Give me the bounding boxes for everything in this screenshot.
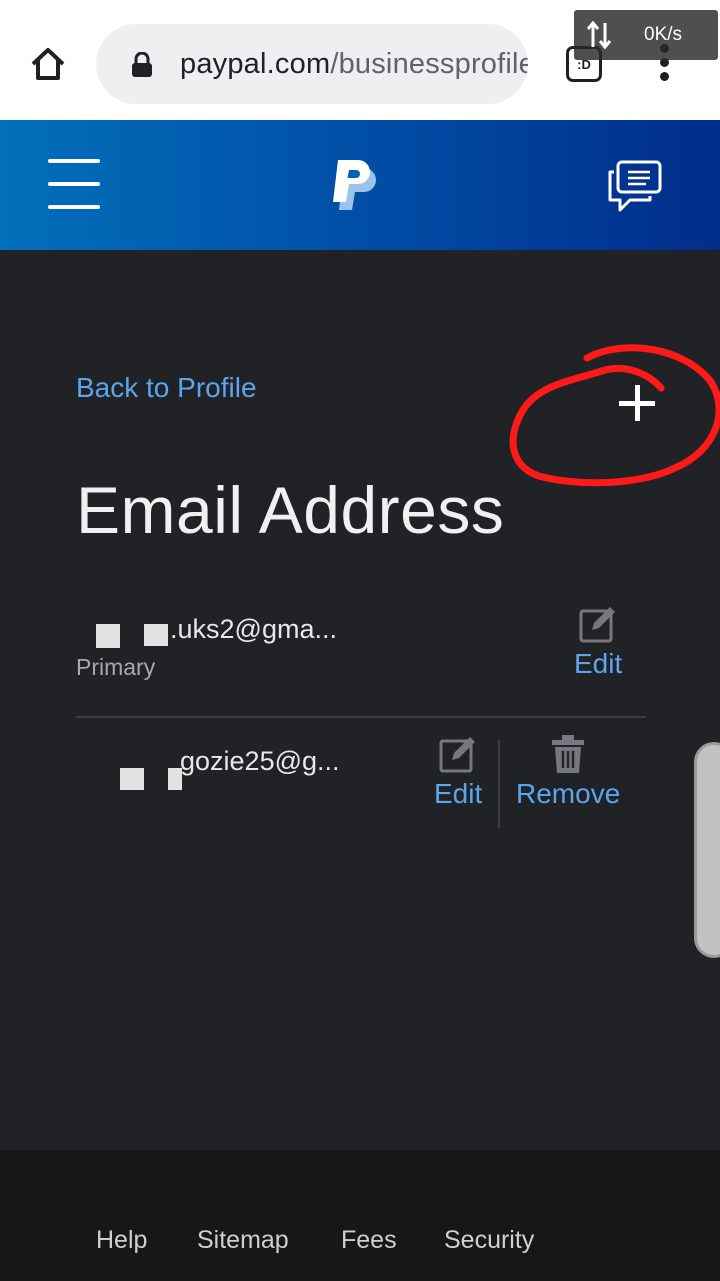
edit-label: Edit [574,648,623,679]
edit-icon [439,737,476,773]
edit-button[interactable]: Edit [574,604,622,680]
email-row-primary: .uks2@gma... Primary Edit [76,607,646,718]
back-to-profile-link[interactable]: Back to Profile [76,372,257,404]
footer-link-help[interactable]: Help [96,1226,147,1255]
email-address: gozie25@g... [180,746,340,776]
footer: Help Sitemap Fees Security [0,1150,720,1281]
remove-button[interactable]: Remove [516,734,620,810]
remove-label: Remove [516,778,621,809]
add-email-icon[interactable] [612,378,662,428]
footer-link-security[interactable]: Security [444,1226,534,1255]
address-bar[interactable]: paypal.com/businessprofile [96,24,528,104]
paypal-logo[interactable] [326,156,382,221]
action-divider [498,740,500,828]
browser-toolbar: paypal.com/businessprofile :D 0K/s [0,0,720,120]
footer-link-sitemap[interactable]: Sitemap [197,1226,289,1255]
scroll-handle[interactable] [694,742,720,958]
redaction-mask [144,624,168,646]
email-address: .uks2@gma... [170,614,337,644]
edit-label: Edit [434,778,483,809]
message-center-icon[interactable] [606,158,664,217]
red-circle-annotation [509,344,720,487]
page-title: Email Address [76,473,505,547]
main-content: Back to Profile Email Address .uks2@gma.… [0,250,720,1150]
transfer-arrows-icon [584,20,614,55]
email-row-secondary: gozie25@g... Edit Remove [76,735,646,830]
lock-icon [130,51,154,83]
url-text: paypal.com/businessprofile [180,44,528,84]
home-icon[interactable] [22,38,74,90]
primary-label: Primary [76,654,156,680]
redaction-mask [120,768,144,790]
edit-icon [579,607,616,643]
redaction-mask [96,624,120,648]
url-domain: paypal.com [180,48,331,80]
hamburger-menu-icon[interactable] [48,158,102,212]
network-speed-overlay: 0K/s [574,10,718,60]
network-speed-value: 0K/s [644,24,683,45]
footer-link-fees[interactable]: Fees [341,1226,397,1255]
trash-icon [552,735,585,773]
url-path: /businessprofile [330,48,528,80]
edit-button[interactable]: Edit [434,734,482,810]
paypal-header [0,120,720,250]
